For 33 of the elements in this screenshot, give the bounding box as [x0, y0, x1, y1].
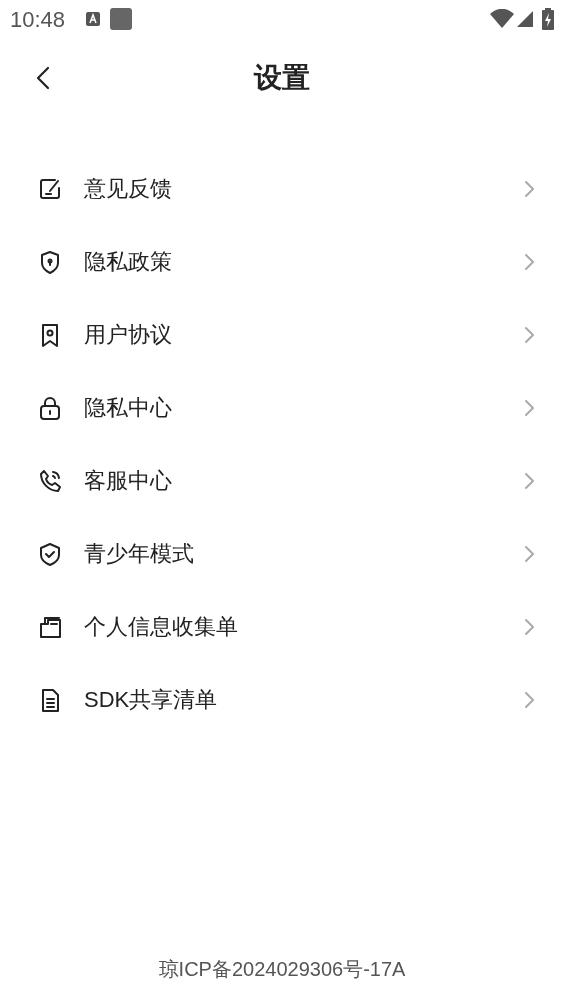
chevron-icon: [524, 690, 534, 709]
menu-item[interactable]: 个人信息收集单: [0, 590, 564, 663]
menu-label: 意见反馈: [84, 175, 172, 203]
chevron-icon: [524, 398, 534, 417]
menu-label: 隐私政策: [84, 248, 172, 276]
menu-item[interactable]: 隐私中心: [0, 371, 564, 444]
chevron-icon: [524, 179, 534, 198]
chevron-icon: [524, 471, 534, 490]
menu-label: 青少年模式: [84, 540, 194, 568]
menu-item[interactable]: SDK共享清单: [0, 663, 564, 736]
menu-label: 个人信息收集单: [84, 613, 238, 641]
menu-label: SDK共享清单: [84, 686, 218, 714]
menu-item[interactable]: 隐私政策: [0, 225, 564, 298]
menu-label: 用户协议: [84, 321, 172, 349]
chevron-icon: [524, 617, 534, 636]
menu-label: 隐私中心: [84, 394, 172, 422]
menu-item[interactable]: 意见反馈: [0, 152, 564, 225]
notification-icon: [85, 11, 102, 27]
back-icon: [36, 66, 50, 90]
menu-item[interactable]: 青少年模式: [0, 517, 564, 590]
menu-label: 客服中心: [84, 467, 172, 495]
chevron-icon: [524, 252, 534, 271]
wifi-icon: [490, 9, 514, 29]
menu-item[interactable]: 客服中心: [0, 444, 564, 517]
chevron-icon: [524, 544, 534, 563]
signal-icon: [516, 10, 534, 28]
status-time: 10:48: [10, 5, 66, 34]
chevron-icon: [524, 325, 534, 344]
app-icon: [109, 7, 134, 31]
page-title: 设置: [254, 61, 310, 95]
menu-item[interactable]: 用户协议: [0, 298, 564, 371]
battery-icon: [542, 8, 554, 30]
icp-license-text: 琼ICP备2024029306号-17A: [158, 957, 406, 982]
